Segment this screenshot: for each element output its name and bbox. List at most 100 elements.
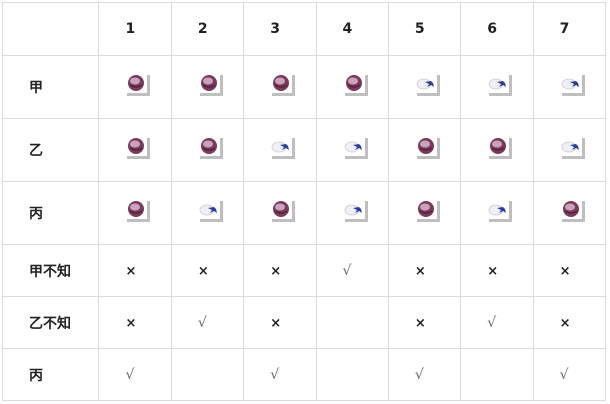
check-mark: √	[125, 366, 135, 383]
grid-table: 1 2 3 4 5 6 7 甲乙丙甲不知 × × × √ × × × 乙不知 × √ × × √ × 丙 √ √ √ √	[1, 2, 607, 401]
check-mark: √	[559, 366, 569, 383]
hat-cell	[98, 55, 172, 119]
red-cap-icon	[125, 199, 151, 223]
hat-cell	[460, 181, 534, 245]
red-cap-icon	[414, 136, 441, 160]
check-mark: √	[197, 314, 207, 331]
hat-cell	[315, 181, 389, 245]
hat-cell	[243, 118, 317, 182]
mark-cell: √	[170, 296, 245, 349]
mark-cell: √	[315, 244, 389, 297]
white-cap-icon	[414, 73, 441, 97]
white-cap-icon	[197, 199, 224, 223]
hat-cell	[98, 181, 172, 245]
mark-cell: √	[387, 348, 462, 401]
red-cap-icon	[270, 73, 296, 97]
cross-mark: ×	[559, 315, 571, 331]
hat-cell	[315, 118, 389, 182]
mark-cell: ×	[532, 296, 607, 349]
red-cap-icon	[487, 136, 513, 160]
red-cap-icon	[559, 199, 586, 223]
cross-mark: ×	[270, 315, 282, 331]
white-cap-icon	[487, 199, 513, 223]
mark-cell: ×	[98, 244, 172, 297]
column-header-7: 7	[532, 2, 607, 56]
mark-cell: ×	[243, 296, 317, 349]
cross-mark: ×	[414, 263, 426, 279]
cross-mark: ×	[125, 315, 137, 331]
row-label: 丙	[1, 181, 100, 245]
hat-cell	[532, 55, 607, 119]
white-cap-icon	[342, 199, 369, 223]
hat-cell	[170, 118, 245, 182]
cross-mark: ×	[125, 263, 137, 279]
hat-cell	[170, 55, 245, 119]
mark-cell: ×	[532, 244, 607, 297]
mark-cell: ×	[98, 296, 172, 349]
white-cap-icon	[559, 73, 586, 97]
cross-mark: ×	[270, 263, 282, 279]
hat-cell	[98, 118, 172, 182]
red-cap-icon	[197, 73, 224, 97]
hat-cell	[243, 181, 317, 245]
column-header-6: 6	[460, 2, 534, 56]
mark-cell: ×	[387, 244, 462, 297]
check-mark: √	[414, 366, 424, 383]
red-cap-icon	[125, 136, 151, 160]
check-mark: √	[342, 262, 352, 279]
table-row: 甲	[1, 55, 607, 119]
white-cap-icon	[270, 136, 296, 160]
column-header-1: 1	[98, 2, 172, 56]
mark-cell: ×	[243, 244, 317, 297]
hat-cell	[387, 181, 462, 245]
hat-cell	[315, 55, 389, 119]
check-mark: √	[487, 314, 497, 331]
red-cap-icon	[125, 73, 151, 97]
white-cap-icon	[559, 136, 586, 160]
mark-cell: √	[460, 296, 534, 349]
column-header-3: 3	[243, 2, 317, 56]
cross-mark: ×	[197, 263, 209, 279]
mark-cell: √	[98, 348, 172, 401]
mark-cell	[315, 296, 389, 349]
red-cap-icon	[414, 199, 441, 223]
mark-cell	[315, 348, 389, 401]
hat-cell	[532, 181, 607, 245]
white-cap-icon	[487, 73, 513, 97]
mark-cell	[170, 348, 245, 401]
column-header-5: 5	[387, 2, 462, 56]
cross-mark: ×	[414, 315, 426, 331]
table-row: 丙 √ √ √ √	[1, 348, 607, 401]
cross-mark: ×	[559, 263, 571, 279]
table-row: 丙	[1, 181, 607, 245]
hat-cell	[460, 118, 534, 182]
row-label: 丙	[1, 348, 100, 401]
check-mark: √	[270, 366, 280, 383]
hat-cell	[243, 55, 317, 119]
corner-cell	[1, 2, 100, 56]
mark-cell: ×	[170, 244, 245, 297]
table-row: 乙不知 × √ × × √ ×	[1, 296, 607, 349]
red-cap-icon	[197, 136, 224, 160]
column-header-2: 2	[170, 2, 245, 56]
hat-cell	[387, 118, 462, 182]
table-row: 甲不知 × × × √ × × ×	[1, 244, 607, 297]
white-cap-icon	[342, 136, 369, 160]
hat-cell	[170, 181, 245, 245]
column-header-4: 4	[315, 2, 389, 56]
mark-cell: √	[243, 348, 317, 401]
hat-cell	[387, 55, 462, 119]
row-label: 甲不知	[1, 244, 100, 297]
row-label: 乙	[1, 118, 100, 182]
hat-cell	[460, 55, 534, 119]
red-cap-icon	[270, 199, 296, 223]
header-row: 1234567	[1, 2, 607, 56]
row-label: 乙不知	[1, 296, 100, 349]
hat-cell	[532, 118, 607, 182]
mark-cell	[460, 348, 534, 401]
mark-cell: √	[532, 348, 607, 401]
mark-cell: ×	[460, 244, 534, 297]
table-row: 乙	[1, 118, 607, 182]
row-label: 甲	[1, 55, 100, 119]
mark-cell: ×	[387, 296, 462, 349]
